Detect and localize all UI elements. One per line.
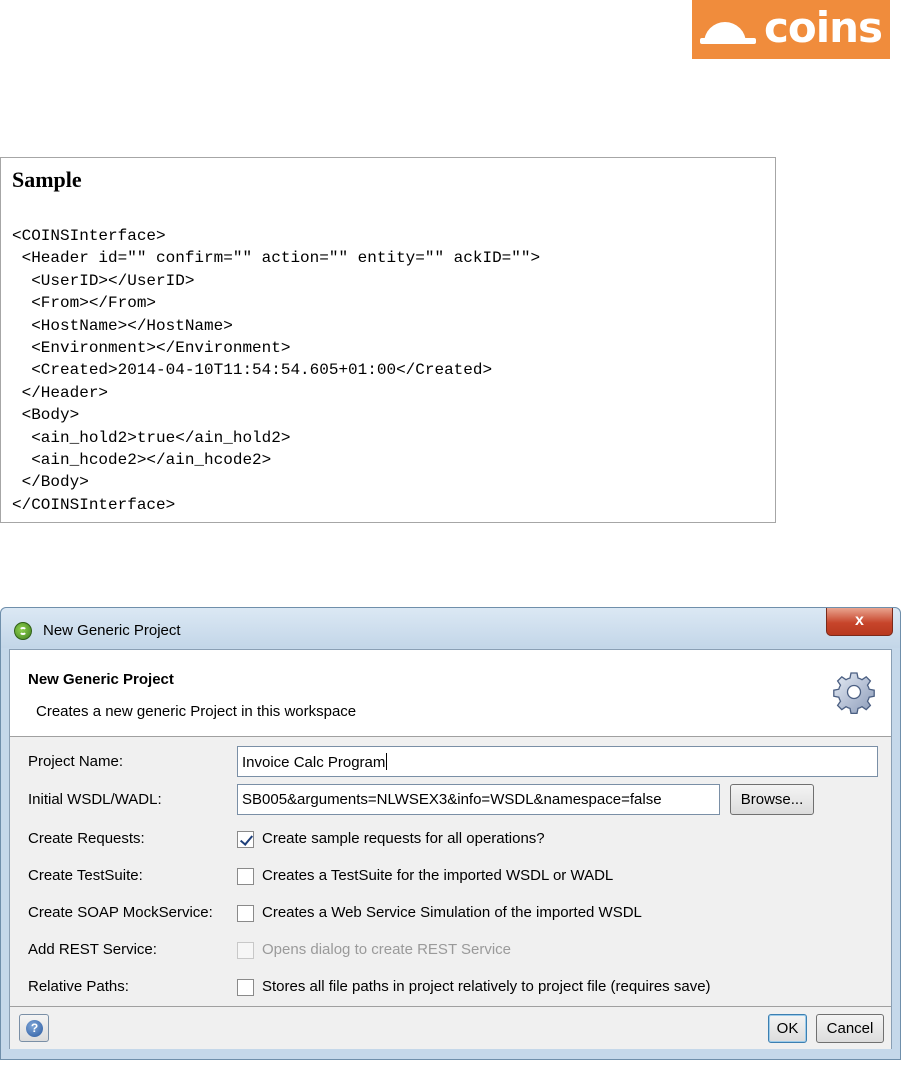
add-rest-service-text: Opens dialog to create REST Service xyxy=(262,941,512,958)
header-title: New Generic Project xyxy=(28,671,174,688)
code-line: <COINSInterface> xyxy=(12,227,166,245)
hard-hat-icon xyxy=(699,21,756,44)
ok-button[interactable]: OK xyxy=(768,1014,807,1043)
initial-wsdl-label: Initial WSDL/WADL: xyxy=(28,791,162,808)
create-testsuite-text[interactable]: Creates a TestSuite for the imported WSD… xyxy=(262,867,613,884)
dialog-header: New Generic Project Creates a new generi… xyxy=(10,650,891,737)
new-generic-project-dialog: New Generic Project x New Generic Projec… xyxy=(0,607,901,1060)
option-label-create-testsuite: Create TestSuite: xyxy=(28,867,143,884)
option-label-relative-paths: Relative Paths: xyxy=(28,978,129,995)
option-label-create-requests: Create Requests: xyxy=(28,830,145,847)
project-name-value: Invoice Calc Program xyxy=(242,754,386,771)
dialog-titlebar[interactable]: New Generic Project x xyxy=(1,608,900,648)
create-requests-checkbox[interactable] xyxy=(237,831,254,848)
code-line: <HostName></HostName> xyxy=(12,316,233,335)
dialog-content: New Generic Project Creates a new generi… xyxy=(9,649,892,1049)
code-line: </COINSInterface> xyxy=(12,495,176,514)
help-icon: ? xyxy=(26,1020,43,1037)
sample-panel: Sample <COINSInterface> <Header id="" co… xyxy=(0,157,776,523)
code-line: <Created>2014-04-10T11:54:54.605+01:00</… xyxy=(12,361,493,380)
code-line: </Body> xyxy=(12,473,89,492)
soapui-app-icon xyxy=(14,622,32,640)
coins-logo: coins xyxy=(692,0,890,59)
initial-wsdl-input[interactable]: SB005&arguments=NLWSEX3&info=WSDL&namesp… xyxy=(237,784,720,815)
create-requests-text[interactable]: Create sample requests for all operation… xyxy=(262,830,545,847)
create-testsuite-checkbox[interactable] xyxy=(237,868,254,885)
window-title: New Generic Project xyxy=(43,622,181,639)
code-line: <Header id="" confirm="" action="" entit… xyxy=(12,249,541,268)
code-line: <Body> xyxy=(12,406,80,425)
add-rest-service-checkbox xyxy=(237,942,254,959)
code-line: <ain_hold2>true</ain_hold2> xyxy=(12,428,291,447)
header-description: Creates a new generic Project in this wo… xyxy=(36,703,357,720)
project-name-input[interactable]: Invoice Calc Program xyxy=(237,746,878,777)
code-line: <UserID></UserID> xyxy=(12,271,195,290)
code-line: <Environment></Environment> xyxy=(12,339,291,358)
option-label-add-rest-service: Add REST Service: xyxy=(28,941,157,958)
dialog-footer: ? OK Cancel xyxy=(10,1006,891,1049)
cancel-button[interactable]: Cancel xyxy=(816,1014,884,1043)
browse-button[interactable]: Browse... xyxy=(730,784,814,815)
sample-xml-code: <COINSInterface> <Header id="" confirm="… xyxy=(12,225,540,516)
code-line: </Header> xyxy=(12,383,109,402)
sample-title: Sample xyxy=(12,167,82,192)
help-button[interactable]: ? xyxy=(19,1014,49,1042)
relative-paths-checkbox[interactable] xyxy=(237,979,254,996)
project-name-label: Project Name: xyxy=(28,753,124,770)
code-line: <From></From> xyxy=(12,294,157,313)
create-soap-mockservice-text[interactable]: Creates a Web Service Simulation of the … xyxy=(262,904,642,921)
logo-text: coins xyxy=(763,2,883,52)
code-line: <ain_hcode2></ain_hcode2> xyxy=(12,451,272,470)
close-button[interactable]: x xyxy=(826,608,893,636)
gear-icon xyxy=(833,672,875,714)
option-label-create-soap-mockservice: Create SOAP MockService: xyxy=(28,904,213,921)
text-caret xyxy=(386,753,388,770)
relative-paths-text[interactable]: Stores all file paths in project relativ… xyxy=(262,978,711,995)
create-soap-mockservice-checkbox[interactable] xyxy=(237,905,254,922)
initial-wsdl-value: SB005&arguments=NLWSEX3&info=WSDL&namesp… xyxy=(242,791,662,808)
